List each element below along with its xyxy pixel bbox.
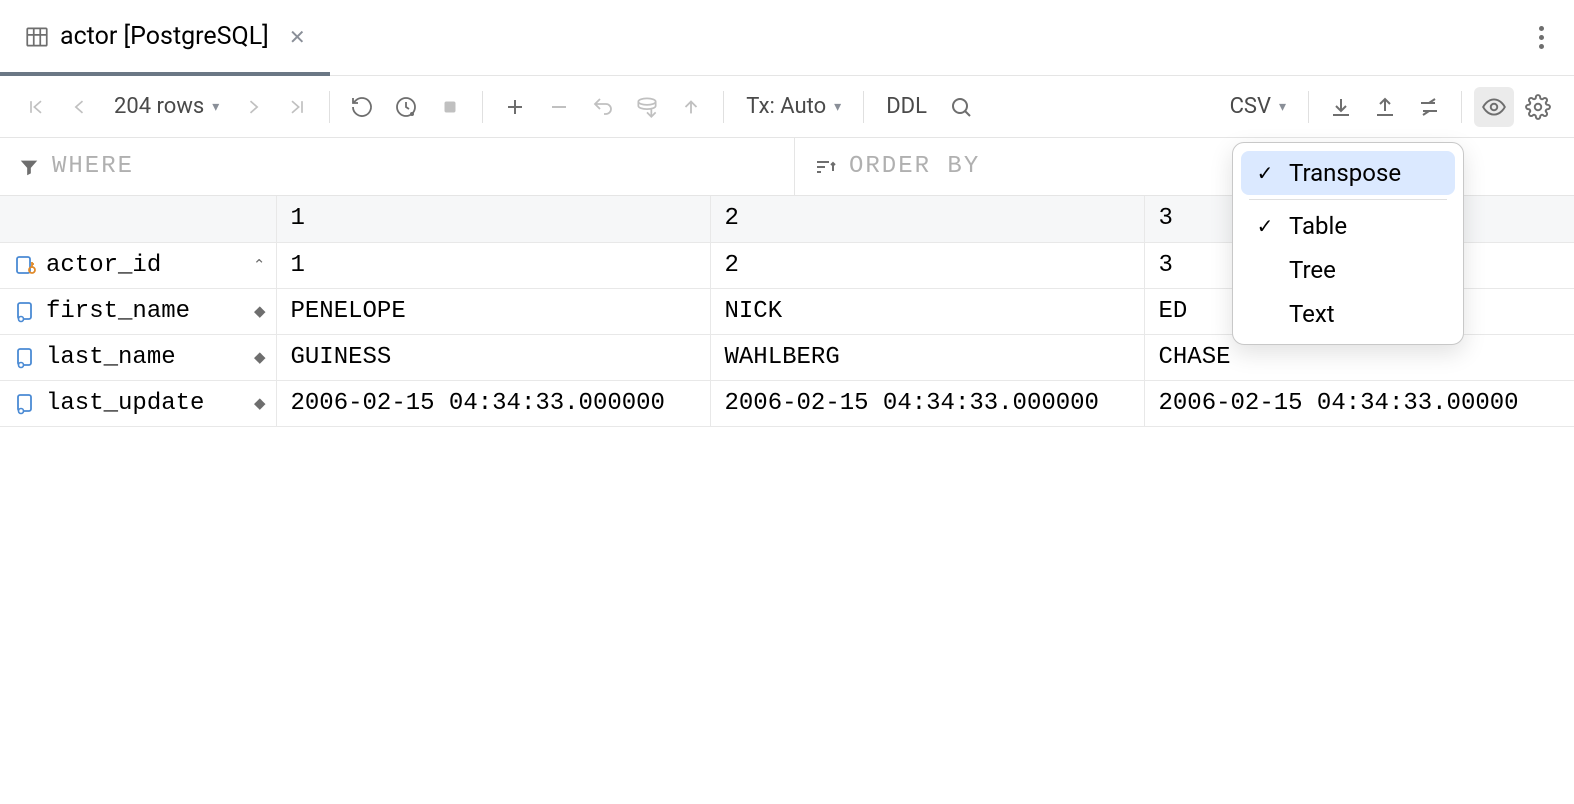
sort-up-icon[interactable]: ⌃ [253, 256, 266, 275]
close-icon[interactable]: ✕ [289, 25, 306, 49]
menu-item-label: Table [1289, 212, 1347, 240]
next-page-button[interactable] [233, 87, 273, 127]
data-cell[interactable]: NICK [710, 288, 1144, 334]
preview-changes-button[interactable] [627, 87, 667, 127]
tab-bar: actor [PostgreSQL] ✕ [0, 0, 1574, 76]
column-icon [14, 299, 38, 323]
primary-key-icon [14, 253, 38, 277]
view-mode-button[interactable] [1474, 87, 1514, 127]
check-icon: ✓ [1253, 161, 1277, 185]
data-cell[interactable]: 2 [710, 242, 1144, 288]
add-row-button[interactable] [495, 87, 535, 127]
separator [329, 91, 330, 123]
row-name: last_name [46, 344, 176, 371]
view-mode-menu: ✓ Transpose ✓ Table Tree Text [1232, 142, 1464, 345]
menu-item-table[interactable]: ✓ Table [1241, 204, 1455, 248]
table-row: last_update ◆ 2006-02-15 04:34:33.000000… [0, 380, 1574, 426]
row-header[interactable]: actor_id ⌃ [0, 242, 276, 288]
data-cell[interactable]: 2006-02-15 04:34:33.000000 [710, 380, 1144, 426]
row-count-label: 204 rows [114, 94, 204, 119]
row-header[interactable]: last_name ◆ [0, 334, 276, 380]
download-button[interactable] [1321, 87, 1361, 127]
upload-button[interactable] [1365, 87, 1405, 127]
prev-page-button[interactable] [60, 87, 100, 127]
sort-icon [813, 155, 837, 179]
export-format-label: CSV [1230, 94, 1271, 119]
menu-item-label: Text [1289, 300, 1335, 328]
row-name: actor_id [46, 252, 161, 279]
editor-tab[interactable]: actor [PostgreSQL] ✕ [0, 1, 330, 76]
compare-button[interactable] [1409, 87, 1449, 127]
chevron-down-icon: ▾ [212, 99, 219, 115]
menu-separator [1249, 199, 1447, 200]
chevron-down-icon: ▾ [834, 99, 841, 115]
menu-item-tree[interactable]: Tree [1241, 248, 1455, 292]
data-cell[interactable]: WAHLBERG [710, 334, 1144, 380]
data-cell[interactable]: 1 [276, 242, 710, 288]
filter-icon [18, 156, 40, 178]
more-icon[interactable] [1539, 26, 1544, 49]
schedule-button[interactable] [386, 87, 426, 127]
remove-row-button[interactable] [539, 87, 579, 127]
row-header[interactable]: last_update ◆ [0, 380, 276, 426]
search-button[interactable] [941, 87, 981, 127]
reload-button[interactable] [342, 87, 382, 127]
tx-label: Tx: Auto [746, 94, 826, 119]
submit-button[interactable] [671, 87, 711, 127]
where-filter[interactable]: WHERE [0, 138, 795, 195]
data-cell[interactable]: 2006-02-15 04:34:33.000000 [276, 380, 710, 426]
export-format-selector[interactable]: CSV ▾ [1220, 94, 1296, 119]
tx-mode-selector[interactable]: Tx: Auto ▾ [736, 94, 851, 119]
menu-item-text[interactable]: Text [1241, 292, 1455, 336]
where-label: WHERE [52, 153, 134, 180]
separator [863, 91, 864, 123]
data-cell[interactable]: 2006-02-15 04:34:33.00000 [1144, 380, 1574, 426]
ddl-button[interactable]: DDL [876, 94, 937, 119]
menu-item-label: Transpose [1289, 159, 1401, 187]
toolbar: 204 rows ▾ Tx: Auto ▾ DDL [0, 76, 1574, 138]
revert-button[interactable] [583, 87, 623, 127]
column-icon [14, 391, 38, 415]
stop-button[interactable] [430, 87, 470, 127]
order-label: ORDER BY [849, 153, 980, 180]
separator [482, 91, 483, 123]
ddl-label: DDL [886, 94, 927, 119]
column-icon [14, 345, 38, 369]
menu-item-label: Tree [1289, 256, 1336, 284]
chevron-down-icon: ▾ [1279, 99, 1286, 115]
row-name: first_name [46, 298, 190, 325]
separator [1461, 91, 1462, 123]
table-icon [24, 24, 50, 50]
separator [723, 91, 724, 123]
check-icon: ✓ [1253, 214, 1277, 238]
row-count-selector[interactable]: 204 rows ▾ [104, 94, 229, 119]
data-cell[interactable]: PENELOPE [276, 288, 710, 334]
settings-button[interactable] [1518, 87, 1558, 127]
row-name: last_update [46, 390, 204, 417]
corner-cell [0, 196, 276, 242]
sort-both-icon[interactable]: ◆ [254, 302, 266, 321]
last-page-button[interactable] [277, 87, 317, 127]
column-header[interactable]: 2 [710, 196, 1144, 242]
separator [1308, 91, 1309, 123]
data-cell[interactable]: GUINESS [276, 334, 710, 380]
sort-both-icon[interactable]: ◆ [254, 348, 266, 367]
column-header[interactable]: 1 [276, 196, 710, 242]
tab-title: actor [PostgreSQL] [60, 22, 269, 51]
row-header[interactable]: first_name ◆ [0, 288, 276, 334]
menu-item-transpose[interactable]: ✓ Transpose [1241, 151, 1455, 195]
sort-both-icon[interactable]: ◆ [254, 394, 266, 413]
first-page-button[interactable] [16, 87, 56, 127]
